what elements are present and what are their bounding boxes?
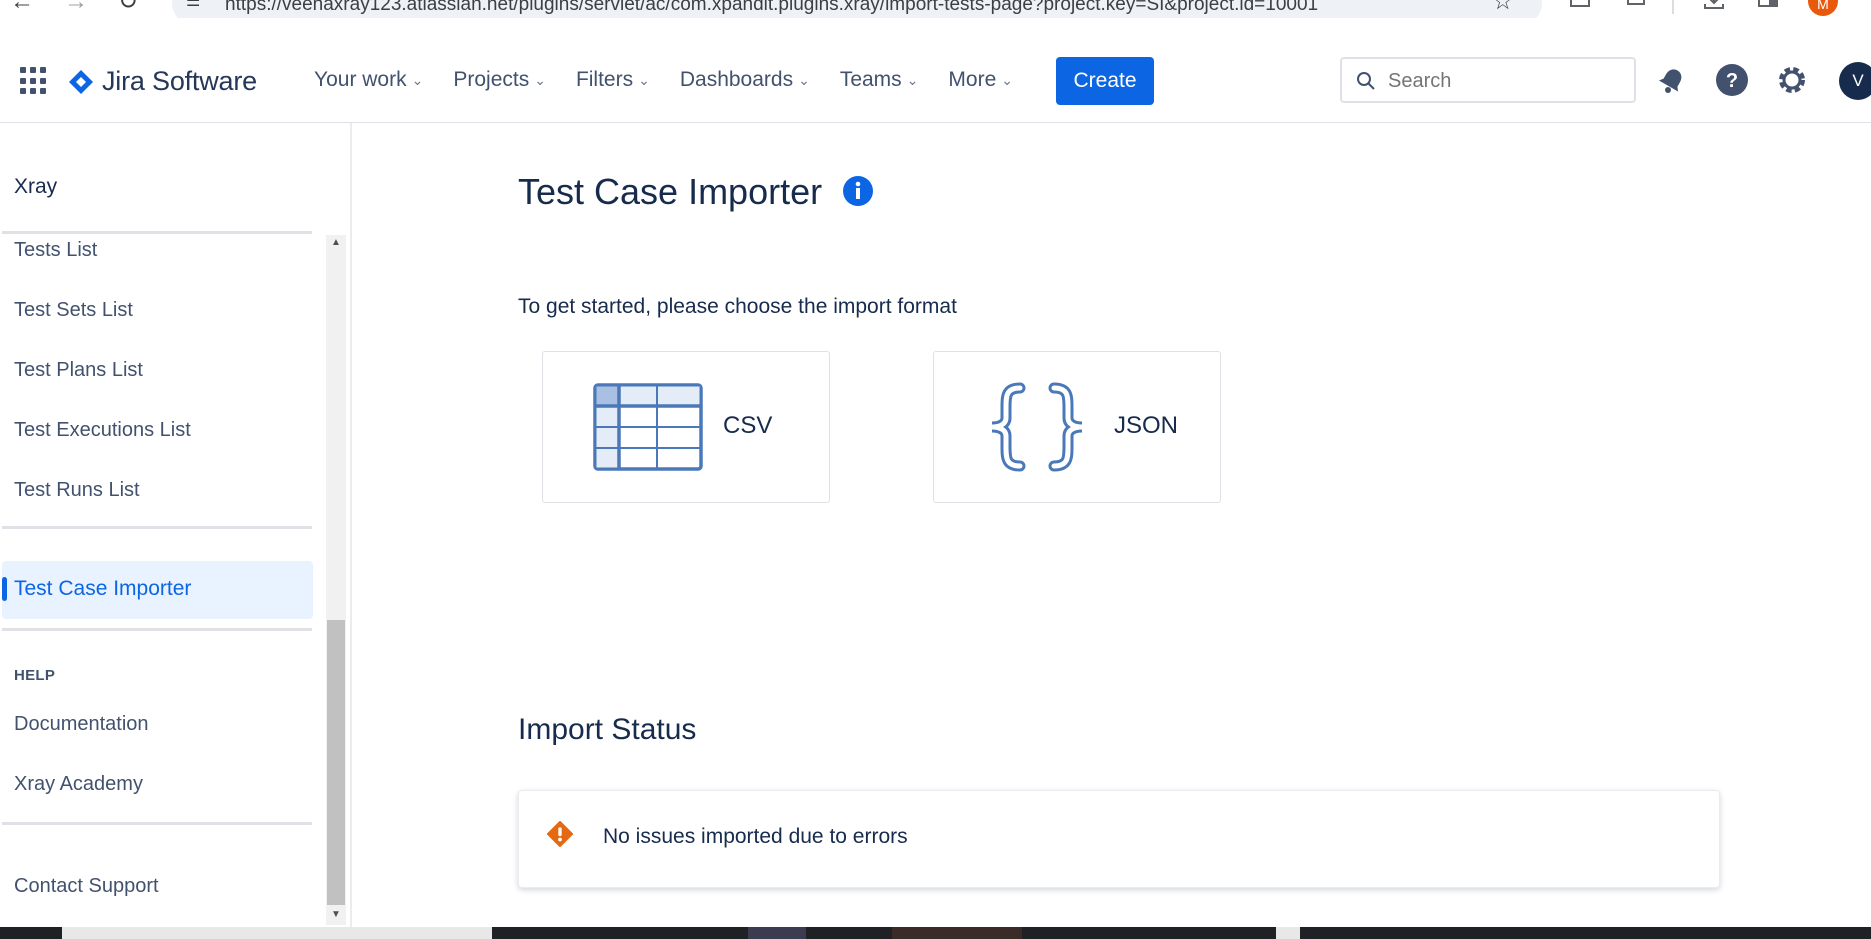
site-info-icon[interactable]: ☰ [186,0,200,16]
jira-logo[interactable]: Jira Software [68,66,257,97]
scroll-down-arrow-icon[interactable]: ▼ [326,909,346,925]
sidebar-item-test-sets-list[interactable]: Test Sets List [14,299,133,322]
search-icon [1357,72,1375,90]
sidebar-item-contact-support[interactable]: Contact Support [14,875,159,898]
nav-more[interactable]: More ⌄ [948,68,1013,92]
create-button[interactable]: Create [1056,57,1154,105]
search-box[interactable] [1340,57,1636,103]
import-status-title: Import Status [518,713,697,746]
sidebar-item-tests-list[interactable]: Tests List [14,239,97,262]
chevron-down-icon: ⌄ [411,71,424,88]
forward-icon[interactable]: → [64,0,88,16]
os-taskbar [0,927,1871,939]
back-icon[interactable]: ← [10,0,34,16]
sidebar-item-test-runs-list[interactable]: Test Runs List [14,479,140,502]
jira-diamond-icon [69,69,93,94]
json-format-card[interactable]: JSON [933,351,1221,503]
sidebar-item-test-plans-list[interactable]: Test Plans List [14,359,143,382]
extensions-icon[interactable] [1624,0,1648,14]
import-instructions: To get started, please choose the import… [518,295,957,318]
scrollbar-thumb[interactable] [327,620,345,905]
curly-braces-icon [991,382,1083,472]
user-avatar[interactable]: V [1839,62,1871,100]
sidebar-divider [2,822,312,825]
app-name: Jira Software [102,66,257,96]
chevron-down-icon: ⌄ [638,71,650,88]
nav-filters[interactable]: Filters ⌄ [576,68,650,92]
url-text: https://veenaxray123.atlassian.net/plugi… [225,0,1319,15]
search-input[interactable] [1386,67,1620,95]
chevron-down-icon: ⌄ [1001,71,1013,88]
main-content: Test Case Importer To get started, pleas… [352,123,1871,927]
page-title: Test Case Importer [518,171,823,212]
side-panel-icon[interactable] [1756,0,1780,14]
nav-dashboards[interactable]: Dashboards ⌄ [680,68,810,92]
import-status-panel: No issues imported due to errors [518,790,1720,888]
sidebar-item-test-case-importer[interactable]: Test Case Importer [2,561,313,619]
help-heading: HELP [14,667,56,684]
taskbar-window-segment[interactable] [62,927,492,939]
settings-gear-icon[interactable] [1774,62,1810,98]
nav-label: Your work [314,68,407,91]
nav-label: Dashboards [679,68,794,91]
chevron-down-icon: ⌄ [798,71,810,88]
notifications-bell-icon[interactable] [1654,62,1690,98]
taskbar-app-segment[interactable] [748,927,806,939]
browser-toolbar: ← → ↻ ☰ https://veenaxray123.atlassian.n… [0,0,1871,18]
help-icon[interactable]: ? [1714,62,1750,98]
nav-teams[interactable]: Teams ⌄ [840,68,919,92]
json-label: JSON [1114,412,1179,439]
sidebar: Xray Tests List Test Sets List Test Plan… [0,123,352,927]
table-icon [593,383,703,471]
browser-profile-avatar[interactable]: M [1808,0,1838,16]
taskbar-window-segment[interactable] [1276,927,1300,939]
chevron-down-icon: ⌄ [906,71,919,88]
sidebar-title: Xray [14,175,58,198]
sidebar-divider [2,231,312,234]
nav-your-work[interactable]: Your work ⌄ [314,68,423,92]
nav-label: Projects [453,68,530,91]
sidebar-item-test-executions-list[interactable]: Test Executions List [14,419,191,442]
primary-nav: Your work ⌄ Projects ⌄ Filters ⌄ Dashboards… [314,68,1043,92]
sidebar-divider [2,628,312,631]
nav-label: Filters [575,68,634,91]
nav-projects[interactable]: Projects ⌄ [453,68,546,92]
taskbar-app-segment[interactable] [892,927,1022,939]
top-navigation: Jira Software Your work ⌄ Projects ⌄ Filte… [0,18,1871,123]
reload-icon[interactable]: ↻ [118,0,138,16]
import-status-message: No issues imported due to errors [603,825,908,848]
active-indicator [2,577,7,601]
sidebar-divider [2,526,312,529]
download-icon[interactable] [1702,0,1726,14]
cast-icon[interactable] [1568,0,1592,14]
bookmark-star-icon[interactable]: ☆ [1492,0,1514,16]
csv-label: CSV [723,412,773,439]
svg-text:?: ? [1726,70,1738,92]
scroll-up-arrow-icon[interactable]: ▲ [326,237,346,253]
sidebar-item-documentation[interactable]: Documentation [14,713,149,736]
info-icon[interactable] [842,175,874,207]
app-switcher-icon[interactable] [20,67,48,95]
error-icon [547,821,573,847]
sidebar-item-xray-academy[interactable]: Xray Academy [14,773,143,796]
chevron-down-icon: ⌄ [534,71,546,88]
nav-label: More [948,68,997,91]
nav-label: Teams [839,68,902,91]
sidebar-item-label: Test Case Importer [14,577,192,600]
toolbar-divider [1672,0,1674,14]
csv-format-card[interactable]: CSV [542,351,830,503]
